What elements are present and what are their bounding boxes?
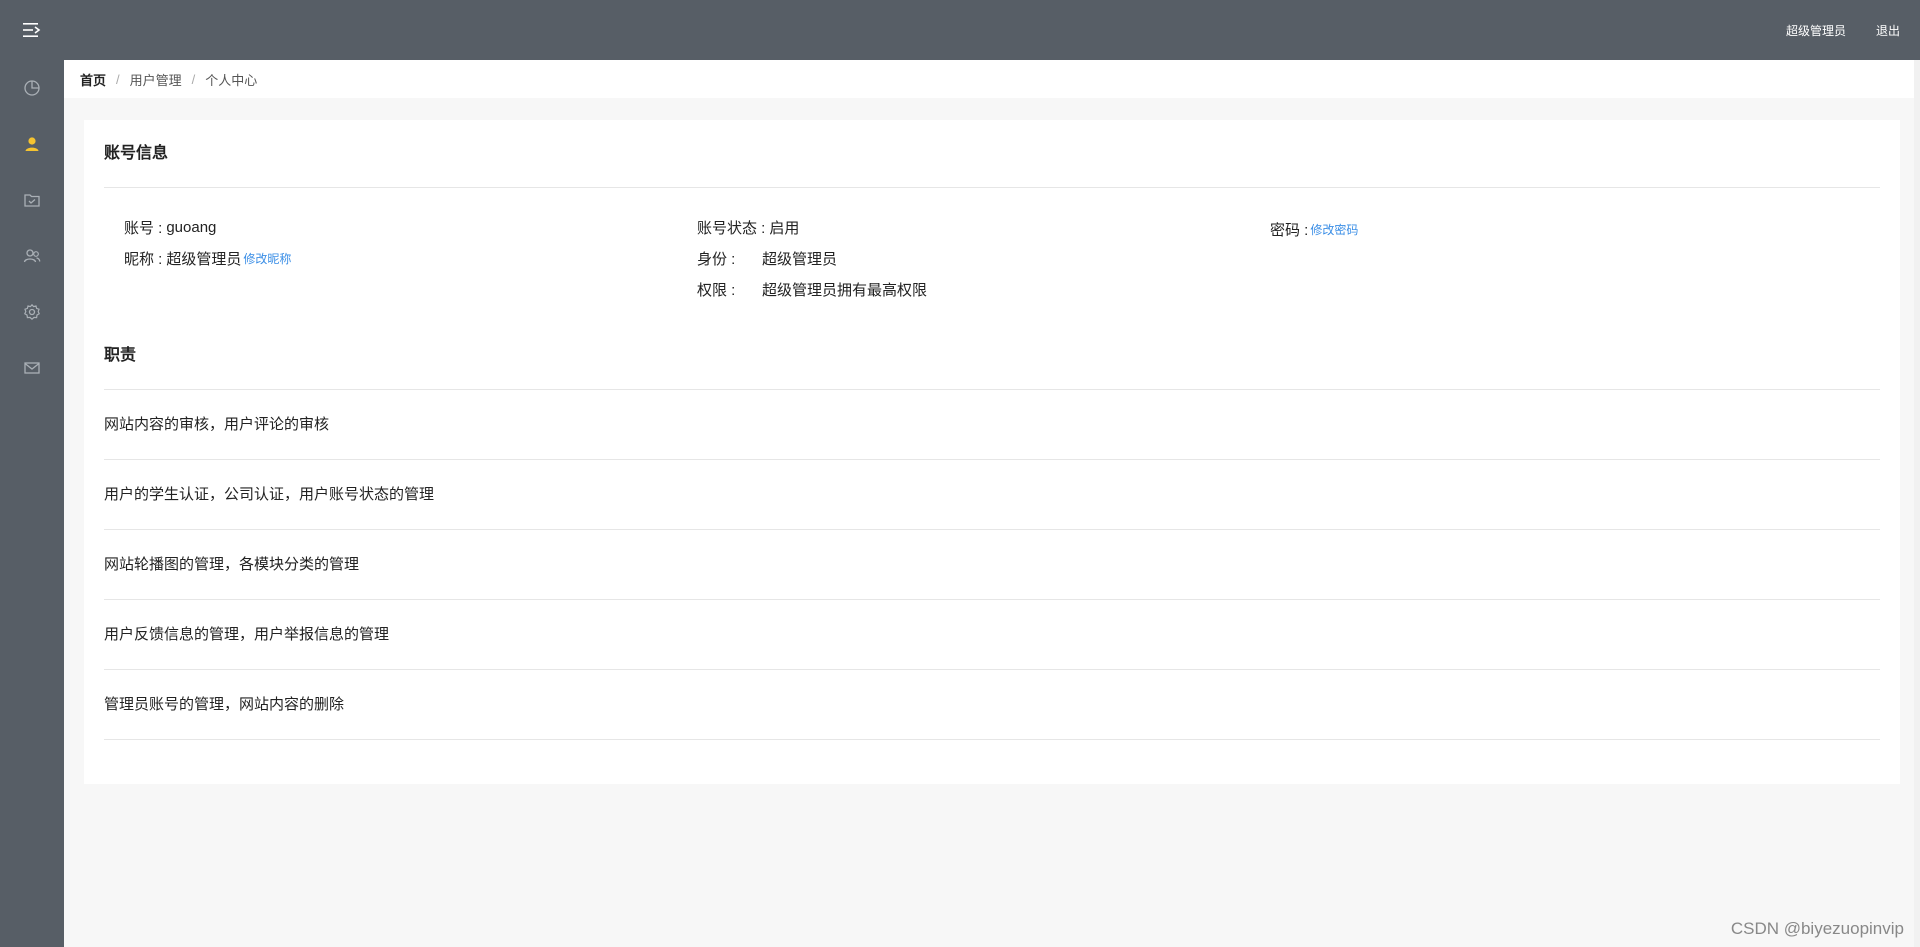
account-info-col-2: 账号状态 : 启用 身份 : 超级管理员 权限 : 超级管理员拥有最高权限	[697, 212, 1270, 322]
header-actions: 超级管理员 退出	[1786, 22, 1920, 39]
permission-label: 权限 :	[697, 282, 736, 299]
username-row: 账号 : guoang	[124, 212, 697, 243]
sidebar-item-users[interactable]	[0, 228, 64, 284]
permission-row: 权限 : 超级管理员拥有最高权限	[697, 274, 1270, 305]
status-value: 启用	[769, 220, 800, 237]
duties-title: 职责	[104, 322, 1880, 390]
status-row: 账号状态 : 启用	[697, 212, 1270, 243]
account-info-title: 账号信息	[104, 120, 1880, 188]
duty-item: 用户的学生认证，公司认证，用户账号状态的管理	[104, 460, 1880, 530]
breadcrumb-separator: /	[116, 71, 120, 87]
breadcrumb-current: 个人中心	[205, 72, 258, 88]
nickname-value: 超级管理员	[166, 251, 242, 268]
top-bar: 超级管理员 退出	[0, 0, 1920, 60]
sidebar-item-content[interactable]	[0, 172, 64, 228]
duty-item: 网站轮播图的管理，各模块分类的管理	[104, 530, 1880, 600]
sidebar	[0, 60, 64, 947]
nickname-row: 昵称 : 超级管理员 修改昵称	[124, 243, 697, 274]
watermark: CSDN @biyezuopinvip	[1730, 919, 1904, 938]
breadcrumb-home[interactable]: 首页	[80, 70, 106, 89]
duties-list: 网站内容的审核，用户评论的审核 用户的学生认证，公司认证，用户账号状态的管理 网…	[104, 390, 1880, 740]
username-value: guoang	[166, 219, 217, 236]
identity-value: 超级管理员	[762, 251, 838, 268]
duty-item: 用户反馈信息的管理，用户举报信息的管理	[104, 600, 1880, 670]
scrollbar[interactable]	[1914, 60, 1920, 947]
status-label: 账号状态 :	[697, 220, 766, 237]
breadcrumb: 首页 / 用户管理 / 个人中心	[64, 60, 1920, 98]
identity-row: 身份 : 超级管理员	[697, 243, 1270, 274]
sidebar-item-messages[interactable]	[0, 340, 64, 396]
gear-icon	[23, 303, 41, 321]
folder-icon	[23, 191, 41, 209]
mail-icon	[23, 359, 41, 377]
duty-item: 管理员账号的管理，网站内容的删除	[104, 670, 1880, 740]
menu-fold-icon	[23, 22, 41, 38]
user-icon	[23, 135, 41, 153]
menu-toggle-button[interactable]	[0, 0, 64, 60]
password-label: 密码 :	[1270, 221, 1309, 239]
sidebar-item-dashboard[interactable]	[0, 60, 64, 116]
account-info-col-1: 账号 : guoang 昵称 : 超级管理员 修改昵称	[124, 212, 697, 322]
users-icon	[23, 247, 41, 265]
user-role-label[interactable]: 超级管理员	[1786, 22, 1846, 39]
account-info-grid: 账号 : guoang 昵称 : 超级管理员 修改昵称 账号状态 : 启用 身份…	[104, 188, 1880, 322]
duty-item: 网站内容的审核，用户评论的审核	[104, 390, 1880, 460]
password-row: 密码 : 修改密码	[1270, 212, 1843, 246]
breadcrumb-user-management[interactable]: 用户管理	[130, 70, 182, 89]
account-info-col-3: 密码 : 修改密码	[1270, 212, 1843, 322]
dashboard-icon	[23, 79, 41, 97]
breadcrumb-separator: /	[191, 71, 196, 87]
permission-value: 超级管理员拥有最高权限	[762, 282, 928, 299]
nickname-label: 昵称 :	[124, 251, 163, 268]
identity-label: 身份 :	[697, 251, 736, 268]
profile-card: 账号信息 账号 : guoang 昵称 : 超级管理员 修改昵称 账号状态 : …	[84, 120, 1900, 784]
sidebar-item-user[interactable]	[0, 116, 64, 172]
logout-button[interactable]: 退出	[1876, 22, 1900, 39]
sidebar-item-settings[interactable]	[0, 284, 64, 340]
edit-nickname-link[interactable]: 修改昵称	[243, 250, 291, 267]
username-label: 账号 :	[124, 220, 163, 237]
edit-password-link[interactable]: 修改密码	[1310, 221, 1358, 238]
